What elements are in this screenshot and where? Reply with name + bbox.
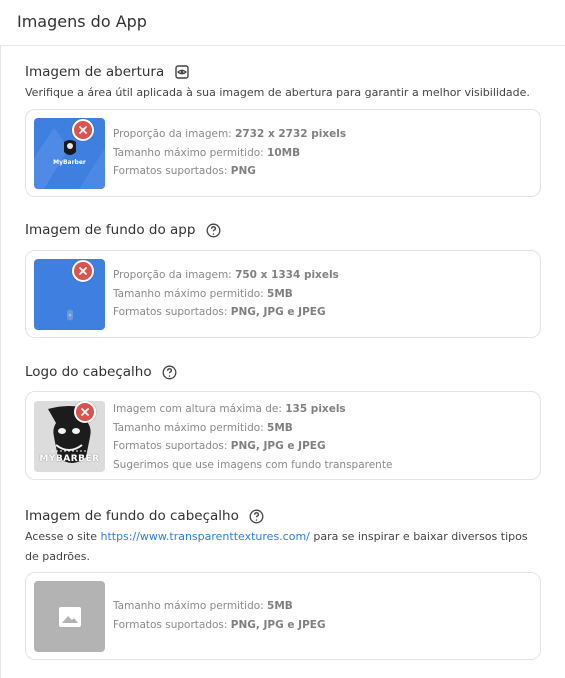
requirement-line: Formatos suportados: PNG, JPG e JPEG	[113, 306, 326, 318]
requirement-line: Sugerimos que use imagens com fundo tran…	[113, 458, 393, 471]
remove-image-button[interactable]	[74, 401, 96, 423]
section-title: Imagem de abertura	[25, 64, 165, 80]
upload-card-app-background[interactable]: Proporção da imagem: 750 x 1334 pixels T…	[25, 250, 541, 338]
section-title: Logo do cabeçalho	[25, 364, 152, 380]
section-title: Imagem de fundo do cabeçalho	[25, 508, 239, 524]
thumbnail-caption: MyBarber	[53, 159, 86, 166]
upload-card-header-background[interactable]: Tamanho máximo permitido: 5MB Formatos s…	[25, 572, 541, 660]
requirement-line: Imagem com altura máxima de: 135 pixels	[113, 403, 346, 415]
help-circle-icon[interactable]	[205, 222, 221, 238]
close-icon	[79, 267, 87, 275]
close-icon	[81, 408, 89, 416]
requirement-line: Proporção da imagem: 750 x 1334 pixels	[113, 269, 339, 281]
requirement-line: Tamanho máximo permitido: 10MB	[113, 146, 301, 159]
textures-link[interactable]: https://www.transparenttextures.com/	[100, 530, 309, 543]
requirement-line: Tamanho máximo permitido: 5MB	[113, 287, 293, 300]
section-app-background: Imagem de fundo do app Proporção da imag…	[25, 221, 541, 338]
eye-icon[interactable]	[174, 64, 190, 80]
image-requirements: Imagem com altura máxima de: 135 pixels …	[113, 400, 392, 474]
upload-card-header-logo[interactable]: MYBARBER Imagem com altura máxima de: 13…	[25, 391, 541, 480]
requirement-line: Proporção da imagem: 2732 x 2732 pixels	[113, 128, 347, 140]
thumbnail	[34, 259, 105, 330]
requirement-line: Formatos suportados: PNG, JPG e JPEG	[113, 618, 326, 631]
section-title: Imagem de fundo do app	[25, 222, 196, 238]
help-circle-icon[interactable]	[162, 364, 178, 380]
section-description: Verifique a área útil aplicada à sua ima…	[25, 86, 530, 99]
image-requirements: Proporção da imagem: 750 x 1334 pixels T…	[113, 266, 339, 322]
requirement-line: Tamanho máximo permitido: 5MB	[113, 600, 293, 612]
page-header: Imagens do App	[0, 0, 565, 46]
requirement-line: Formatos suportados: PNG	[113, 165, 256, 177]
section-description: Acesse o site https://www.transparenttex…	[25, 530, 528, 563]
thumbnail: MyBarber	[34, 118, 105, 189]
requirement-line: Tamanho máximo permitido: 5MB	[113, 421, 293, 434]
section-splash-image: Imagem de abertura Verifique a área útil…	[25, 63, 541, 197]
image-requirements: Tamanho máximo permitido: 5MB Formatos s…	[113, 597, 326, 634]
thumbnail-caption: MYBARBER	[39, 454, 100, 464]
image-placeholder[interactable]	[34, 581, 105, 652]
close-icon	[79, 126, 87, 134]
remove-image-button[interactable]	[72, 119, 94, 141]
remove-image-button[interactable]	[72, 260, 94, 282]
image-icon	[58, 606, 81, 627]
image-requirements: Proporção da imagem: 2732 x 2732 pixels …	[113, 125, 346, 181]
section-header-background: Imagem de fundo do cabeçalho Acesse o si…	[25, 507, 541, 660]
divider	[0, 46, 1, 678]
section-header-logo: Logo do cabeçalho MYBARBER Imagem com al…	[25, 363, 541, 480]
requirement-line: Formatos suportados: PNG, JPG e JPEG	[113, 440, 326, 452]
upload-card-splash[interactable]: MyBarber Proporção da imagem: 2732 x 273…	[25, 109, 541, 197]
help-circle-icon[interactable]	[249, 508, 265, 524]
page-title: Imagens do App	[17, 12, 147, 31]
